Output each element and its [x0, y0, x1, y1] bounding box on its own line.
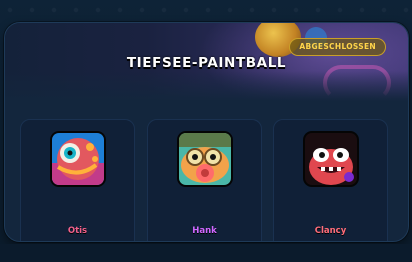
status-badge: ABGESCHLOSSEN	[289, 38, 386, 56]
brawler-name: Otis	[67, 226, 88, 236]
brawler-card-otis[interactable]: Otis	[20, 119, 135, 241]
hank-portrait-icon	[178, 133, 231, 185]
clancy-portrait-icon	[304, 133, 357, 185]
otis-portrait-icon	[51, 133, 104, 185]
event-panel: TIEFSEE-PAINTBALL ABGESCHLOSSEN Otis Han…	[4, 22, 409, 242]
bottom-strip	[0, 244, 412, 262]
brawler-name: Hank	[192, 226, 217, 236]
event-title: TIEFSEE-PAINTBALL	[126, 55, 287, 71]
brawler-list: Otis Hank Clancy	[20, 119, 393, 241]
brawler-name: Clancy	[314, 226, 347, 236]
event-banner: TIEFSEE-PAINTBALL ABGESCHLOSSEN	[5, 23, 408, 101]
brawler-card-clancy[interactable]: Clancy	[273, 119, 388, 241]
brawler-card-hank[interactable]: Hank	[147, 119, 262, 241]
